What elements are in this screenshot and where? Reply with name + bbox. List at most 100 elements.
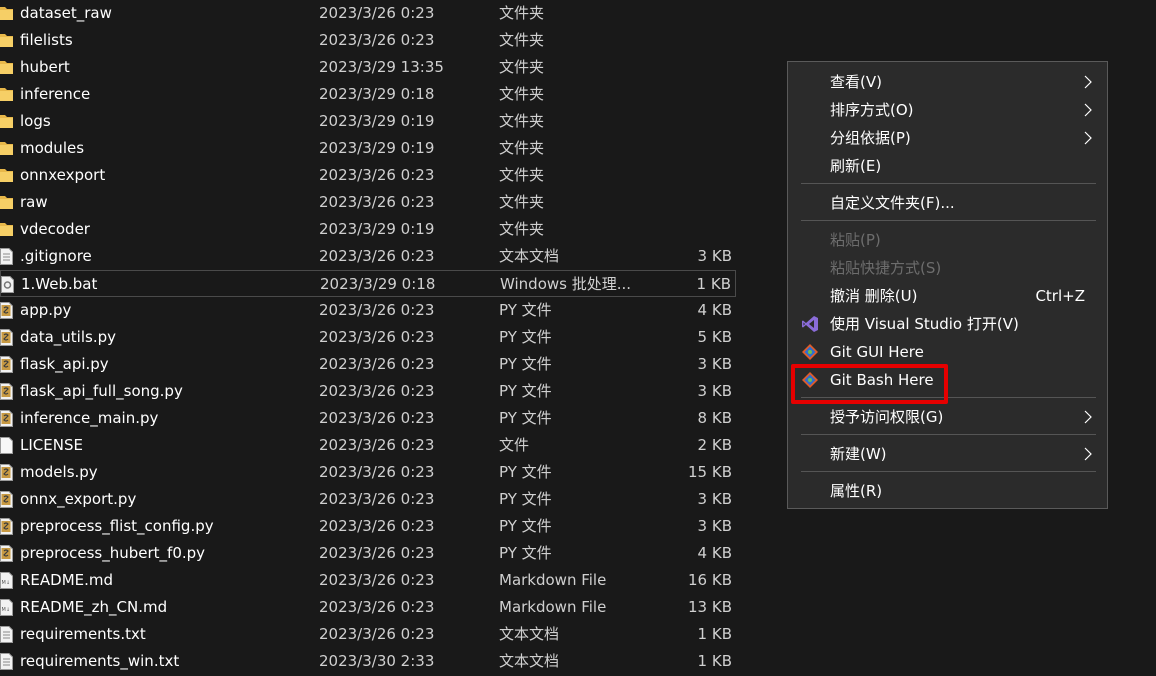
file-row[interactable]: requirements.txt 2023/3/26 0:23 文本文档 1 KB [0,621,736,648]
file-type: PY 文件 [499,409,552,427]
file-row[interactable]: models.py 2023/3/26 0:23 PY 文件 15 KB [0,459,736,486]
file-date: 2023/3/26 0:23 [319,328,435,346]
file-row[interactable]: inference 2023/3/29 0:18 文件夹 [0,81,736,108]
file-name: models.py [20,463,98,481]
file-row[interactable]: preprocess_hubert_f0.py 2023/3/26 0:23 PY … [0,540,736,567]
file-row[interactable]: 1.Web.bat 2023/3/29 0:18 Windows 批处理... 1 K… [0,270,736,297]
menu-item-properties[interactable]: 属性(R) [788,477,1107,505]
file-row[interactable]: M↓ README.md 2023/3/26 0:23 Markdown File 16… [0,567,736,594]
file-row[interactable]: onnx_export.py 2023/3/26 0:23 PY 文件 3 KB [0,486,736,513]
file-row[interactable]: app.py 2023/3/26 0:23 PY 文件 4 KB [0,297,736,324]
file-type: PY 文件 [499,544,552,562]
file-row[interactable]: preprocess_flist_config.py 2023/3/26 0:23… [0,513,736,540]
file-name: raw [20,193,48,211]
file-row[interactable]: M↓ README_zh_CN.md 2023/3/26 0:23 Markdown … [0,594,736,621]
file-type: 文件夹 [499,139,545,157]
file-row[interactable]: flask_api_full_song.py 2023/3/26 0:23 PY 文… [0,378,736,405]
file-type: 文件夹 [499,220,545,238]
file-name: modules [20,139,85,157]
menu-item-refresh[interactable]: 刷新(E) [788,152,1107,180]
file-date: 2023/3/26 0:23 [319,517,435,535]
menu-item-git-gui-here[interactable]: Git GUI Here [788,338,1107,366]
file-type: Windows 批处理... [500,275,632,293]
file-type: 文本文档 [499,625,560,643]
file-row[interactable]: raw 2023/3/26 0:23 文件夹 [0,189,736,216]
git-icon [802,344,818,360]
menu-item-paste-shortcut: 粘贴快捷方式(S) [830,259,942,277]
file-name: onnxexport [20,166,106,184]
file-name: preprocess_hubert_f0.py [20,544,206,562]
file-row[interactable]: LICENSE 2023/3/26 0:23 文件 2 KB [0,432,736,459]
file-row[interactable]: .gitignore 2023/3/26 0:23 文本文档 3 KB [0,243,736,270]
file-row[interactable]: modules 2023/3/29 0:19 文件夹 [0,135,736,162]
file-date: 2023/3/26 0:23 [319,247,435,265]
menu-item-undo-delete[interactable]: 撤消 删除(U) Ctrl+Z [788,282,1107,310]
file-type: 文件夹 [499,166,545,184]
file-row[interactable]: onnxexport 2023/3/26 0:23 文件夹 [0,162,736,189]
file-date: 2023/3/29 0:18 [320,275,436,293]
file-type: PY 文件 [499,355,552,373]
file-type: 文本文档 [499,247,560,265]
file-name: preprocess_flist_config.py [20,517,214,535]
file-size: 1 KB [696,275,731,293]
file-name: .gitignore [20,247,92,265]
menu-item-customize-folder[interactable]: 自定义文件夹(F)... [788,189,1107,217]
file-date: 2023/3/29 0:19 [319,139,435,157]
file-name: README_zh_CN.md [20,598,168,616]
file-name: app.py [20,301,72,319]
menu-item-sort-by[interactable]: 排序方式(O) [788,96,1107,124]
file-row[interactable]: hubert 2023/3/29 13:35 文件夹 [0,54,736,81]
file-row[interactable]: logs 2023/3/29 0:19 文件夹 [0,108,736,135]
chevron-right-icon [1084,103,1092,117]
file-date: 2023/3/26 0:23 [319,490,435,508]
file-row[interactable]: requirements_win.txt 2023/3/30 2:33 文本文档 1 … [0,648,736,675]
file-date: 2023/3/26 0:23 [319,193,435,211]
file-type: 文本文档 [499,652,560,670]
file-row[interactable]: filelists 2023/3/26 0:23 文件夹 [0,27,736,54]
file-type: 文件夹 [499,112,545,130]
file-date: 2023/3/30 2:33 [319,652,435,670]
file-size: 5 KB [697,328,732,346]
svg-text:M↓: M↓ [2,580,11,586]
menu-item-open-with-visual-studio[interactable]: 使用 Visual Studio 打开(V) [788,310,1107,338]
chevron-right-icon [1084,447,1092,461]
file-row[interactable]: vdecoder 2023/3/29 0:19 文件夹 [0,216,736,243]
file-date: 2023/3/29 0:19 [319,220,435,238]
file-row[interactable]: inference_main.py 2023/3/26 0:23 PY 文件 8 KB [0,405,736,432]
file-date: 2023/3/29 0:18 [319,85,435,103]
file-size: 3 KB [697,355,732,373]
file-size: 3 KB [697,382,732,400]
menu-separator [801,183,1096,184]
file-type: Markdown File [499,571,607,589]
file-type: 文件夹 [499,31,545,49]
menu-item-new[interactable]: 新建(W) [788,440,1107,468]
file-date: 2023/3/29 0:19 [319,112,435,130]
file-name: requirements.txt [20,625,146,643]
chevron-right-icon [1084,75,1092,89]
file-date: 2023/3/26 0:23 [319,166,435,184]
file-type: PY 文件 [499,517,552,535]
red-highlight-box [791,364,948,404]
file-size: 1 KB [697,652,732,670]
file-row[interactable]: data_utils.py 2023/3/26 0:23 PY 文件 5 KB [0,324,736,351]
menu-item-paste: 粘贴(P) [830,231,881,249]
menu-item-give-access[interactable]: 授予访问权限(G) [788,403,1107,431]
visual-studio-icon [802,316,818,332]
menu-separator [801,471,1096,472]
file-name: flask_api.py [20,355,109,373]
file-type: 文件夹 [499,85,545,103]
menu-item-view[interactable]: 查看(V) [788,68,1107,96]
file-date: 2023/3/26 0:23 [319,409,435,427]
menu-item-group-by[interactable]: 分组依据(P) [788,124,1107,152]
file-name: hubert [20,58,70,76]
file-row[interactable]: flask_api.py 2023/3/26 0:23 PY 文件 3 KB [0,351,736,378]
file-type: 文件 [499,436,530,454]
file-size: 15 KB [688,463,732,481]
file-row[interactable]: dataset_raw 2023/3/26 0:23 文件夹 [0,0,736,27]
chevron-right-icon [1084,410,1092,424]
file-size: 4 KB [697,301,732,319]
file-size: 2 KB [697,436,732,454]
file-type: PY 文件 [499,301,552,319]
file-date: 2023/3/26 0:23 [319,382,435,400]
file-name: vdecoder [20,220,90,238]
